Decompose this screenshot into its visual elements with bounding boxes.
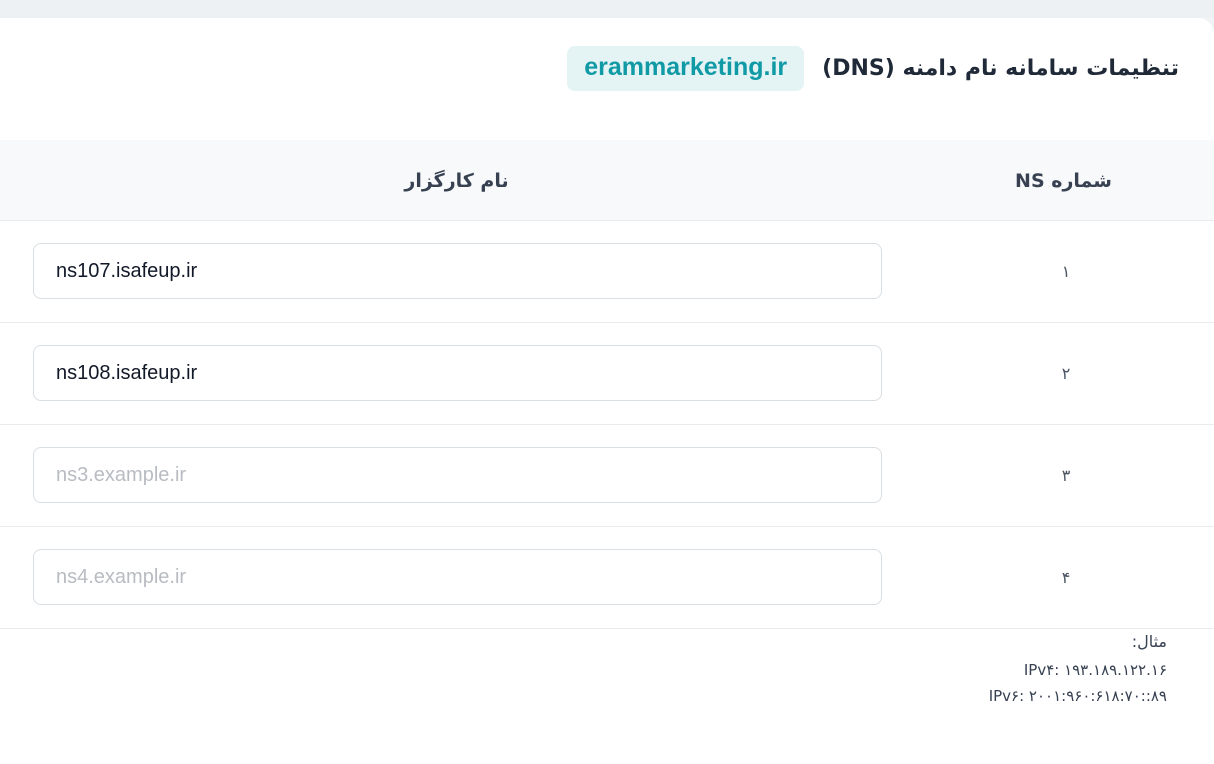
card-header: تنظیمات سامانه نام دامنه (DNS) erammarke… bbox=[567, 46, 1179, 91]
ns-number: ۴ bbox=[1061, 568, 1071, 587]
ns-number: ۲ bbox=[1061, 364, 1071, 383]
example-ipv4: IPv۴: ۱۹۳.۱۸۹.۱۲۲.۱۶ bbox=[1023, 661, 1167, 679]
page-title: تنظیمات سامانه نام دامنه (DNS) bbox=[822, 56, 1179, 81]
example-hint: مثال: IPv۴: ۱۹۳.۱۸۹.۱۲۲.۱۶ IPv۶: ۲۰۰۱:۹۶… bbox=[989, 632, 1167, 709]
nameserver-2-input[interactable] bbox=[33, 345, 882, 401]
ns-number: ۱ bbox=[1061, 262, 1071, 281]
table-row: ۳ bbox=[0, 425, 1214, 527]
domain-badge: erammarketing.ir bbox=[567, 46, 805, 91]
nameserver-4-input[interactable] bbox=[33, 549, 882, 605]
ns-number: ۳ bbox=[1061, 466, 1071, 485]
table-row: ۲ bbox=[0, 323, 1214, 425]
nameservers-table: شماره NS نام کارگزار ۱ ۲ ۳ ۴ bbox=[0, 140, 1214, 629]
column-header-ns-number: شماره NS bbox=[1015, 169, 1112, 192]
table-row: ۱ bbox=[0, 221, 1214, 323]
example-ipv6: IPv۶: ۲۰۰۱:۹۶۰:۶۱۸:۷۰::۸۹ bbox=[988, 687, 1167, 705]
top-bar bbox=[0, 0, 1214, 18]
table-header: شماره NS نام کارگزار bbox=[0, 140, 1214, 221]
nameserver-3-input[interactable] bbox=[33, 447, 882, 503]
column-header-server-name: نام کارگزار bbox=[404, 169, 509, 192]
example-label: مثال: bbox=[1131, 632, 1167, 651]
nameserver-1-input[interactable] bbox=[33, 243, 882, 299]
table-row: ۴ bbox=[0, 527, 1214, 629]
